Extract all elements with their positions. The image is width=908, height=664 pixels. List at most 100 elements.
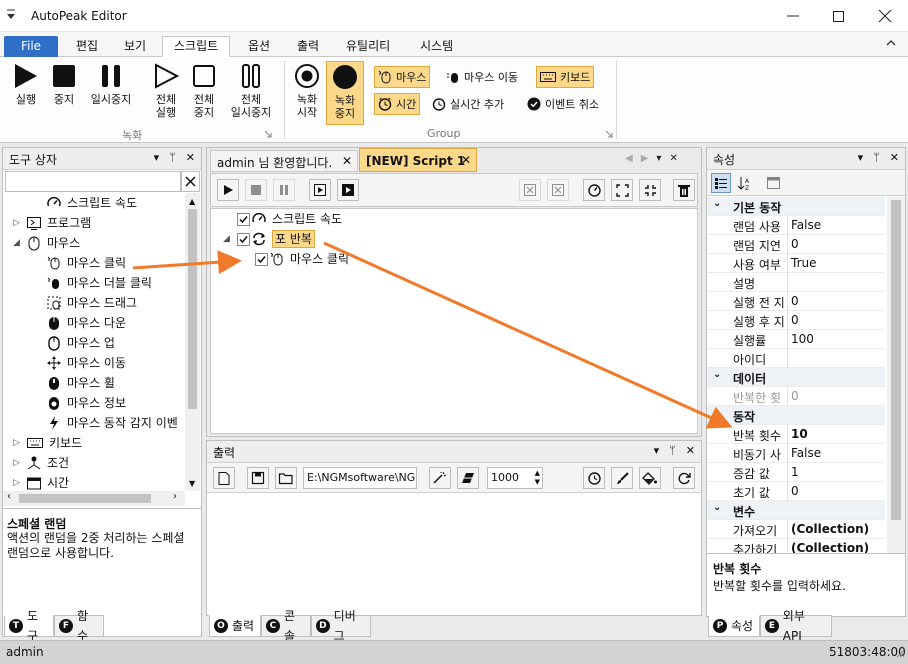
output-brush-button[interactable] — [611, 467, 633, 489]
tree-item-mouse-wheel[interactable]: 마우스 휠 — [47, 373, 115, 393]
tree-item-program[interactable]: ▷ 프로그램 — [13, 213, 91, 233]
property-row[interactable]: 반복한 횟 0 — [707, 387, 885, 406]
tree-item-mouse-down[interactable]: 마우스 다운 — [47, 313, 126, 333]
record-stop-button[interactable]: 녹화 중지 — [326, 61, 364, 125]
editor-clear-button[interactable] — [519, 179, 541, 201]
pin-icon[interactable]: ᛘ — [669, 444, 676, 457]
resize-grip-icon[interactable] — [896, 649, 905, 658]
editor-stop-button[interactable] — [245, 179, 267, 201]
maximize-button[interactable] — [815, 0, 861, 32]
record-keyboard-toggle[interactable]: 키보드 — [536, 66, 595, 88]
toolbox-search-clear-button[interactable] — [181, 171, 200, 192]
property-category[interactable]: ⌄ 기본 동작 — [707, 197, 885, 216]
output-erase-button[interactable] — [457, 467, 479, 489]
property-category[interactable]: ⌄ 데이터 — [707, 368, 885, 387]
property-row[interactable]: 실행 전 지 0 — [707, 292, 885, 311]
property-row[interactable]: 설명 — [707, 273, 885, 292]
output-new-button[interactable] — [213, 467, 235, 489]
property-value[interactable]: 1 — [791, 465, 799, 479]
tab-script[interactable]: 스크립트 — [162, 36, 231, 57]
tree-item-script-speed[interactable]: 스크립트 속도 — [47, 193, 137, 213]
editor-run-selected-button[interactable] — [309, 179, 331, 201]
record-time-toggle[interactable]: 시간 — [374, 93, 421, 115]
tab-system[interactable]: 시스템 — [408, 36, 465, 57]
property-row[interactable]: 실행률 100 — [707, 330, 885, 349]
scroll-thumb[interactable] — [891, 200, 901, 520]
property-row[interactable]: 초기 값 0 — [707, 482, 885, 501]
tab-output[interactable]: 출력 — [285, 36, 331, 57]
pause-button[interactable]: 일시중지 — [84, 63, 138, 106]
property-row[interactable]: 랜덤 지연 0 — [707, 235, 885, 254]
pause-all-button[interactable]: 전체 일시중지 — [224, 63, 278, 119]
dialog-launcher-icon[interactable] — [605, 130, 613, 138]
tab-welcome[interactable]: admin 님 환영합니다. ✕ — [210, 150, 358, 172]
property-value[interactable]: False — [791, 218, 821, 232]
stop-button[interactable]: 중지 — [46, 63, 82, 106]
quick-access-dropdown-icon[interactable] — [6, 9, 16, 21]
collapse-icon[interactable]: ◢ — [13, 233, 27, 253]
tab-options[interactable]: 옵션 — [236, 36, 282, 57]
tab-functions[interactable]: F 함수 — [54, 609, 104, 643]
tab-debug[interactable]: D 디버그 — [311, 609, 371, 643]
panel-menu-icon[interactable]: ▾ — [858, 151, 864, 164]
property-row[interactable]: 추가하기 (Collection) — [707, 539, 885, 553]
minimize-button[interactable] — [770, 0, 816, 32]
toolbox-horizontal-scrollbar[interactable]: ‹ › — [3, 491, 185, 506]
tab-new-script[interactable]: [NEW] Script 1 ✕ — [359, 148, 477, 172]
property-value[interactable]: 0 — [791, 294, 799, 308]
tab-edit[interactable]: 편집 — [64, 36, 110, 57]
pin-icon[interactable]: ᛘ — [873, 151, 880, 164]
tab-scroll-left-icon[interactable]: ◀ — [625, 153, 633, 164]
scroll-left-icon[interactable]: ‹ — [7, 491, 11, 502]
tree-item-mouse-drag[interactable]: 마우스 드래그 — [47, 293, 137, 313]
tab-properties[interactable]: P 속성 — [708, 615, 760, 637]
record-mouse-move-toggle[interactable]: 마우스 이동 — [443, 66, 521, 88]
editor-collapse-button[interactable] — [639, 179, 661, 201]
property-value[interactable]: 0 — [791, 484, 799, 498]
property-value[interactable]: 0 — [791, 237, 799, 251]
scroll-thumb[interactable] — [19, 494, 151, 503]
property-row[interactable]: 비동기 사 False — [707, 444, 885, 463]
editor-timer-button[interactable] — [583, 179, 605, 201]
run-all-button[interactable]: 전체 실행 — [148, 63, 184, 119]
script-node-for-loop[interactable]: ◢ 포 반복 — [223, 229, 315, 249]
pin-icon[interactable]: ᛘ — [169, 151, 176, 164]
expand-icon[interactable]: ▷ — [13, 473, 27, 491]
property-row[interactable]: 아이디 — [707, 349, 885, 368]
tree-item-time[interactable]: ▷ 시간 — [13, 473, 69, 491]
close-icon[interactable]: ✕ — [461, 153, 471, 167]
tree-item-mouse-info[interactable]: 마우스 정보 — [47, 393, 126, 413]
scroll-right-icon[interactable]: › — [173, 491, 177, 502]
event-cancel-button[interactable]: 이벤트 취소 — [524, 93, 602, 115]
record-start-button[interactable]: 녹화 시작 — [290, 63, 324, 119]
tab-toolbox[interactable]: T 도구 — [4, 609, 54, 643]
tree-item-mouse-motion-event[interactable]: 마우스 동작 감지 이벤 — [47, 413, 178, 433]
collapse-ribbon-icon[interactable] — [886, 40, 896, 46]
tree-item-mouse-move[interactable]: 마우스 이동 — [47, 353, 126, 373]
scroll-up-icon[interactable]: ▲ — [189, 197, 195, 206]
property-row[interactable]: 가져오기 (Collection) — [707, 520, 885, 539]
output-count-stepper[interactable]: 1000 ▲ ▼ — [487, 467, 543, 489]
categorized-button[interactable] — [711, 173, 731, 193]
collapse-icon[interactable]: ⌄ — [713, 407, 721, 418]
tree-item-condition[interactable]: ▷ 조건 — [13, 453, 69, 473]
output-refresh-button[interactable] — [673, 467, 695, 489]
stop-all-button[interactable]: 전체 중지 — [186, 63, 222, 119]
panel-menu-icon[interactable]: ▾ — [654, 444, 660, 457]
output-filter-button[interactable] — [429, 467, 451, 489]
property-value[interactable]: True — [791, 256, 817, 270]
property-row[interactable]: 실행 후 지 0 — [707, 311, 885, 330]
run-button[interactable]: 실행 — [8, 63, 44, 106]
close-icon[interactable]: ✕ — [669, 153, 677, 164]
output-save-button[interactable] — [247, 467, 269, 489]
close-button[interactable] — [862, 0, 908, 32]
panel-menu-icon[interactable]: ▾ — [154, 151, 160, 164]
output-path-input[interactable]: E:\NGMsoftware\NG — [303, 467, 417, 489]
editor-run-button[interactable] — [217, 179, 239, 201]
tree-item-mouse[interactable]: ◢ 마우스 — [13, 233, 80, 253]
output-fill-button[interactable] — [639, 467, 661, 489]
property-category[interactable]: ⌄ 동작 — [707, 406, 885, 425]
collapse-icon[interactable]: ◢ — [223, 229, 237, 249]
close-icon[interactable]: ✕ — [186, 151, 195, 164]
collapse-icon[interactable]: ⌄ — [713, 198, 721, 209]
